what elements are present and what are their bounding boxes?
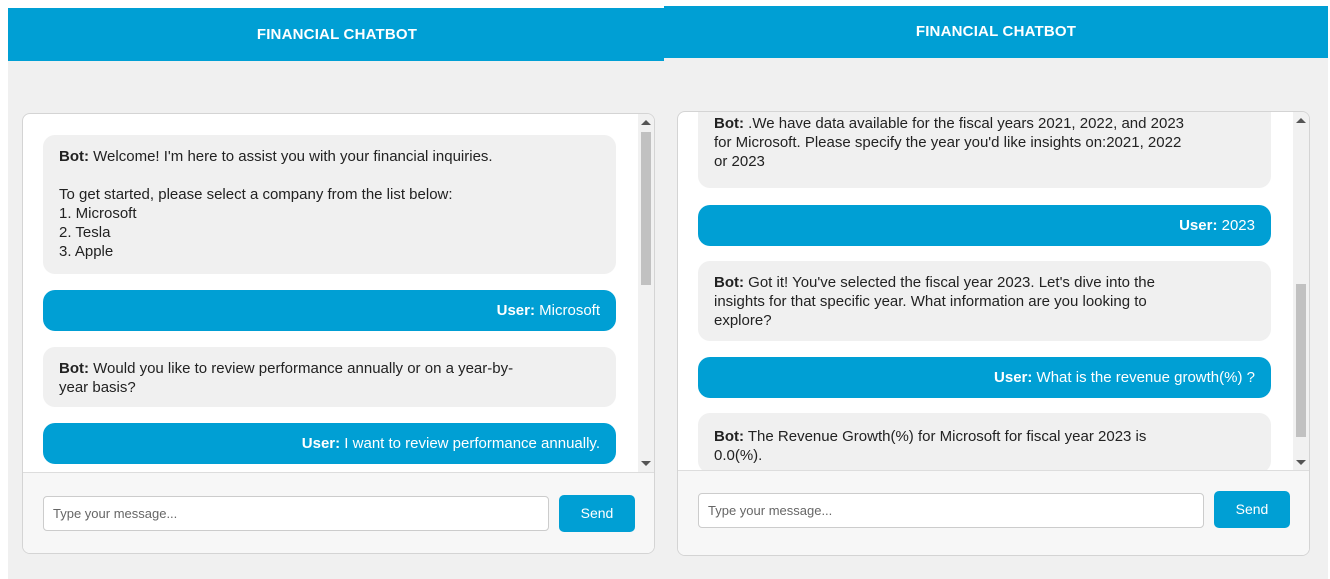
user-label: User: (1179, 217, 1218, 234)
bot-message: Bot: .We have data available for the fis… (698, 112, 1271, 188)
message-text: .We have data available for the fiscal y… (714, 115, 1185, 170)
message-text: 2023 (1217, 217, 1255, 234)
message-scrollbar[interactable] (1293, 112, 1309, 472)
scroll-up-arrow-icon[interactable] (641, 120, 651, 125)
message-list[interactable]: Bot: .We have data available for the fis… (678, 112, 1293, 472)
message-text: Would you like to review performance ann… (59, 360, 514, 396)
user-label: User: (994, 369, 1033, 386)
scrollbar-thumb[interactable] (641, 132, 651, 285)
message-text: What is the revenue growth(%) ? (1032, 369, 1255, 386)
scroll-up-arrow-icon[interactable] (1296, 118, 1306, 123)
bot-message: Bot: Would you like to review performanc… (43, 347, 616, 407)
bot-label: Bot: (714, 428, 744, 445)
chat-panel-left: FINANCIAL CHATBOT Bot: Welcome! I'm here… (8, 8, 666, 579)
message-text: The Revenue Growth(%) for Microsoft for … (714, 428, 1147, 464)
bot-label: Bot: (59, 148, 89, 165)
message-list[interactable]: Bot: Welcome! I'm here to assist you wit… (23, 114, 638, 473)
message-text: Microsoft (534, 302, 600, 319)
user-message: User: I want to review performance annua… (43, 423, 616, 464)
message-input[interactable] (698, 493, 1204, 528)
bot-label: Bot: (714, 274, 744, 291)
bot-label: Bot: (714, 115, 744, 132)
send-button[interactable]: Send (1214, 491, 1290, 528)
message-text: I want to review performance annually. (340, 435, 600, 452)
message-text: Welcome! I'm here to assist you with you… (59, 148, 493, 260)
app-header: FINANCIAL CHATBOT (8, 8, 666, 61)
user-message: User: What is the revenue growth(%) ? (698, 357, 1271, 398)
app-header: FINANCIAL CHATBOT (664, 6, 1328, 58)
user-label: User: (496, 302, 535, 319)
bot-message: Bot: Welcome! I'm here to assist you wit… (43, 135, 616, 274)
chat-panel-right: FINANCIAL CHATBOT Bot: .We have data ava… (664, 6, 1328, 579)
scroll-down-arrow-icon[interactable] (641, 461, 651, 466)
message-text: Got it! You've selected the fiscal year … (714, 274, 1155, 329)
message-input-bar: Send (23, 472, 654, 553)
message-input[interactable] (43, 496, 549, 531)
header-title: FINANCIAL CHATBOT (915, 23, 1077, 40)
user-label: User: (301, 435, 341, 452)
send-button[interactable]: Send (559, 495, 635, 532)
scrollbar-thumb[interactable] (1296, 284, 1306, 437)
bot-message: Bot: The Revenue Growth(%) for Microsoft… (698, 413, 1271, 472)
chat-window: Bot: .We have data available for the fis… (677, 111, 1310, 556)
header-title: FINANCIAL CHATBOT (256, 26, 418, 43)
user-message: User: Microsoft (43, 290, 616, 331)
message-scrollbar[interactable] (638, 114, 654, 473)
chat-window: Bot: Welcome! I'm here to assist you wit… (22, 113, 655, 554)
user-message: User: 2023 (698, 205, 1271, 246)
bot-message: Bot: Got it! You've selected the fiscal … (698, 261, 1271, 341)
bot-label: Bot: (59, 360, 89, 377)
scroll-down-arrow-icon[interactable] (1296, 460, 1306, 465)
message-input-bar: Send (678, 470, 1309, 555)
